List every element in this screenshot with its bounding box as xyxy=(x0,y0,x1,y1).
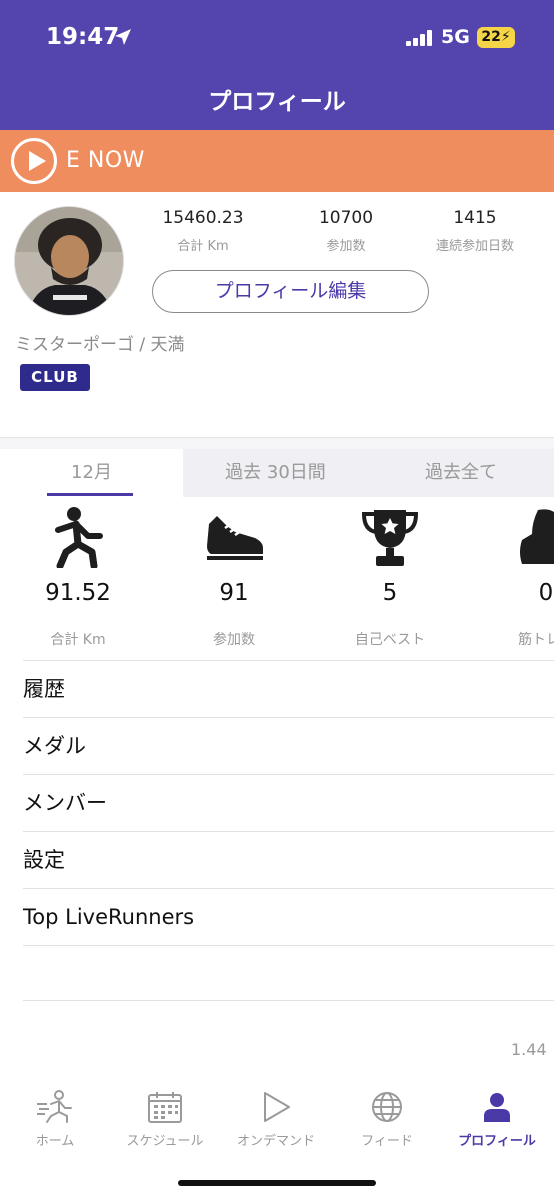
participation-value: 10700 xyxy=(318,208,374,228)
home-runner-icon xyxy=(37,1090,72,1123)
home-indicator xyxy=(178,1180,376,1186)
edit-profile-button[interactable]: プロフィール編集 xyxy=(152,270,429,313)
tab-on-demand-label: オンデマンド xyxy=(236,1134,315,1149)
muscle-icon xyxy=(520,509,554,564)
club-badge: CLUB xyxy=(20,364,90,391)
username: ミスターポーゴ / 天満 xyxy=(15,335,185,355)
trophy-icon xyxy=(361,510,419,566)
tab-profile[interactable]: プロフィール xyxy=(442,1090,552,1149)
metric-personal-best-value: 5 xyxy=(382,580,398,606)
metric-personal-best-label: 自己ベスト xyxy=(354,632,426,648)
page-title: プロフィール xyxy=(208,89,346,115)
location-arrow-icon xyxy=(115,29,131,45)
avatar xyxy=(14,206,124,316)
tab-feed[interactable]: フィード xyxy=(332,1090,442,1149)
app-version: 1.44 xyxy=(511,1040,547,1059)
metric-km-value: 91.52 xyxy=(45,580,111,606)
tab-home[interactable]: ホーム xyxy=(0,1090,110,1149)
play-icon xyxy=(11,138,57,184)
globe-icon xyxy=(372,1092,402,1122)
menu-item-history[interactable]: 履歴 xyxy=(23,661,554,718)
streak-value: 1415 xyxy=(453,208,497,228)
network-type: 5G xyxy=(441,26,470,48)
participation-label: 参加数 xyxy=(326,239,366,254)
app-header: 19:47 5G 22⚡ プロフィール xyxy=(0,0,554,130)
menu-item-medals[interactable]: メダル xyxy=(23,718,554,775)
metric-strength-label: 筋トレ参 xyxy=(518,632,554,648)
tab-profile-label: プロフィール xyxy=(458,1134,536,1149)
active-tab-indicator xyxy=(47,493,133,496)
calendar-icon xyxy=(148,1092,182,1123)
battery-icon: 22⚡ xyxy=(477,27,515,48)
banner-text: E NOW xyxy=(66,148,145,173)
tab-on-demand[interactable]: オンデマンド xyxy=(221,1090,331,1149)
section-divider xyxy=(0,437,554,449)
play-icon xyxy=(264,1092,290,1122)
tab-feed-label: フィード xyxy=(361,1134,413,1149)
menu-item-top-liverunners[interactable]: Top LiveRunners xyxy=(23,889,554,946)
metric-km-label: 合計 Km xyxy=(50,632,106,648)
tab-schedule[interactable]: スケジュール xyxy=(110,1090,220,1149)
total-km-label: 合計 Km xyxy=(177,239,229,254)
signal-icon xyxy=(406,30,432,46)
tab-schedule-label: スケジュール xyxy=(126,1134,204,1149)
tab-this-month[interactable]: 12月 xyxy=(0,449,183,497)
period-tabs: 12月 過去 30日間 過去全て xyxy=(0,449,554,497)
menu-divider xyxy=(23,1000,554,1001)
tab-all-time[interactable]: 過去全て xyxy=(368,449,554,497)
battery-level: 22 xyxy=(481,29,501,45)
tab-last-30-days[interactable]: 過去 30日間 xyxy=(183,449,368,497)
metric-participation-label: 参加数 xyxy=(213,632,255,648)
status-time: 19:47 xyxy=(46,24,120,50)
person-icon xyxy=(484,1093,510,1122)
total-km-value: 15460.23 xyxy=(162,208,244,228)
metric-strength-value: 0 xyxy=(538,580,554,606)
runner-icon xyxy=(55,507,103,568)
tab-home-label: ホーム xyxy=(35,1134,75,1149)
metric-participation-value: 91 xyxy=(219,580,249,606)
menu-item-members[interactable]: メンバー xyxy=(23,775,554,832)
streak-label: 連続参加日数 xyxy=(435,239,514,254)
menu-item-settings[interactable]: 設定 xyxy=(23,832,554,889)
shoe-icon xyxy=(207,516,263,560)
live-now-banner[interactable]: E NOW xyxy=(0,130,554,192)
